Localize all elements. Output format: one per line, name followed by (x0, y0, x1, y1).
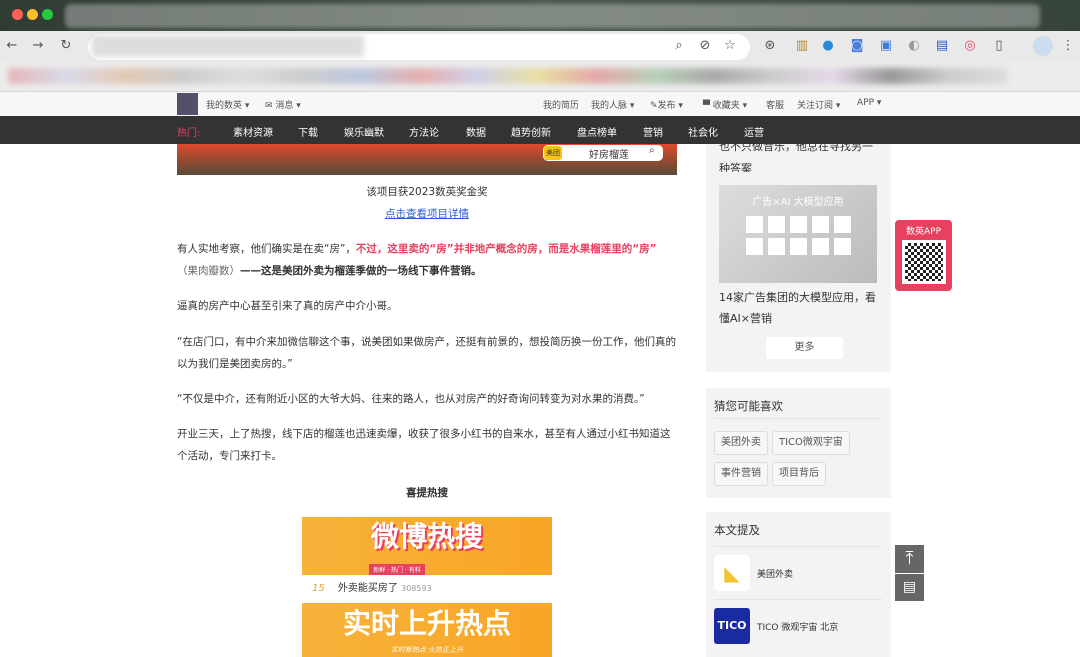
nav-item[interactable]: 盘点榜单 (577, 124, 617, 139)
more-button[interactable]: 更多 (766, 337, 843, 359)
menu-icon[interactable]: ⋮ (1060, 38, 1076, 54)
card-title: 猜您可能喜欢 (714, 399, 783, 413)
hot-search-row[interactable]: 15 外卖能买房了 308593 (302, 575, 552, 603)
paragraph: “不仅是中介，还有附近小区的大爷大妈、往来的路人，也从对房产的好奇询问转变为对水… (177, 393, 645, 405)
tag[interactable]: TICO微观宇宙 (772, 431, 850, 455)
section-heading: 喜提热搜 (406, 487, 448, 499)
ad-caption[interactable]: 14家广告集团的大模型应用，看懂AI×营销 (719, 287, 879, 329)
star-icon[interactable]: ☆ (722, 38, 738, 54)
extension-icon[interactable]: ▥ (794, 38, 810, 54)
extension-icon[interactable]: ◙ (849, 38, 865, 54)
messages-menu[interactable]: ✉ 消息 ▾ (265, 98, 301, 111)
related-article-card: 也不只做音乐，他总在寻找另一种答案 广告×AI 大模型应用 14家广告集团的大模… (706, 140, 891, 372)
search-icon: ⌕ (649, 145, 655, 156)
app-qr-widget[interactable]: 数英APP (895, 220, 952, 291)
nav-item[interactable]: 数据 (466, 124, 486, 139)
my-account-menu[interactable]: 我的数英 ▾ (206, 98, 249, 111)
extension-icon[interactable]: ▤ (934, 38, 950, 54)
resume-link[interactable]: 我的简历 (543, 98, 579, 111)
maximize-window-button[interactable] (42, 9, 53, 20)
hot-nav-bar: 热门: 素材资源 下载 娱乐幽默 方法论 数据 趋势创新 盘点榜单 营销 社会化… (0, 116, 1080, 144)
mention-name[interactable]: TICO 微观宇宙 北京 (757, 620, 838, 633)
nav-item[interactable]: 社会化 (688, 124, 718, 139)
back-icon[interactable]: ← (4, 38, 20, 54)
forward-icon[interactable]: → (30, 38, 46, 54)
eye-off-icon[interactable]: ⊘ (697, 38, 713, 54)
paragraph: “在店门口，有中介来加微信聊这个事，说美团如果做房产，还挺有前景的，想投简历换一… (177, 336, 676, 370)
zoom-icon[interactable]: ⌕ (671, 38, 687, 54)
network-menu[interactable]: 我的人脉 ▾ (591, 98, 634, 111)
meituan-logo[interactable]: ◣ (714, 555, 750, 591)
reload-icon[interactable]: ↻ (58, 38, 74, 54)
hot-label: 热门: (177, 128, 201, 139)
nav-item[interactable]: 素材资源 (233, 124, 273, 139)
tag[interactable]: 项目背后 (772, 462, 826, 486)
nav-item[interactable]: 营销 (643, 124, 663, 139)
qr-code (901, 240, 946, 284)
paragraph: 逼真的房产中心甚至引来了真的房产中介小哥。 (177, 300, 398, 312)
tico-logo[interactable]: TICO (714, 608, 750, 644)
mention-name[interactable]: 美团外卖 (757, 567, 793, 580)
brand-logo: 美团 (544, 146, 562, 160)
minimize-window-button[interactable] (27, 9, 38, 20)
site-top-bar: 我的数英 ▾ ✉ 消息 ▾ 我的简历 我的人脉 ▾ ✎发布 ▾ ▀ 收藏夹 ▾ … (0, 92, 1080, 116)
nav-item[interactable]: 下载 (298, 124, 318, 139)
nav-item[interactable]: 方法论 (409, 124, 439, 139)
extension-icon[interactable]: ● (820, 38, 836, 54)
subscribe-menu[interactable]: 关注订阅 ▾ (797, 98, 840, 111)
comment-icon[interactable]: ▤ (895, 574, 924, 601)
extension-icon[interactable]: ◐ (906, 38, 922, 54)
nav-item[interactable]: 趋势创新 (511, 124, 551, 139)
paragraph: 开业三天，上了热搜，线下店的榴莲也迅速卖爆，收获了很多小红书的自来水，甚至有人通… (177, 428, 671, 462)
banner-search-text: 好房榴莲 (589, 150, 629, 161)
close-window-button[interactable] (12, 9, 23, 20)
browser-tabs[interactable] (65, 4, 1040, 28)
weibo-hot-search-image: 微博热搜 新鲜 · 热门 · 有料 (302, 517, 552, 575)
publish-menu[interactable]: ✎发布 ▾ (650, 98, 683, 111)
award-text: 该项目获2023数英奖金奖 (366, 186, 488, 198)
profile-avatar[interactable] (1033, 36, 1053, 56)
mentioned-card: 本文提及 ◣ 美团外卖 TICO TICO 微观宇宙 北京 (706, 512, 891, 657)
service-link[interactable]: 客服 (766, 98, 784, 111)
app-menu[interactable]: APP ▾ (857, 98, 881, 108)
card-title: 本文提及 (714, 523, 760, 537)
back-to-top-icon[interactable]: ⤒ (895, 545, 924, 573)
extension-icon[interactable]: ⊛ (762, 38, 778, 54)
rising-hot-image: 实时上升热点 实时新热点 火热正上升 (302, 603, 552, 657)
tag[interactable]: 事件营销 (714, 462, 768, 486)
tag[interactable]: 美团外卖 (714, 431, 768, 455)
guess-you-like-card: 猜您可能喜欢 美团外卖 TICO微观宇宙 事件营销 项目背后 (706, 388, 891, 498)
ad-ai-image[interactable]: 广告×AI 大模型应用 (719, 185, 877, 283)
nav-item[interactable]: 娱乐幽默 (344, 124, 384, 139)
extension-icon[interactable]: ◎ (962, 38, 978, 54)
paragraph: 有人实地考察，他们确实是在卖“房”，不过，这里卖的“房”并非地产概念的房，而是水… (177, 243, 657, 277)
url-text (92, 35, 364, 57)
previous-article-text[interactable]: 也不只做音乐，他总在寻找另一种答案 (719, 136, 879, 172)
bookmark-items[interactable] (8, 68, 1008, 84)
puzzle-icon[interactable]: ▯ (991, 38, 1007, 54)
project-detail-link[interactable]: 点击查看项目详情 (385, 208, 469, 220)
favorites-menu[interactable]: ▀ 收藏夹 ▾ (703, 98, 747, 111)
extension-icon[interactable]: ▣ (878, 38, 894, 54)
user-avatar[interactable] (177, 93, 198, 115)
banner-search-box: 美团 好房榴莲 ⌕ (543, 145, 663, 161)
